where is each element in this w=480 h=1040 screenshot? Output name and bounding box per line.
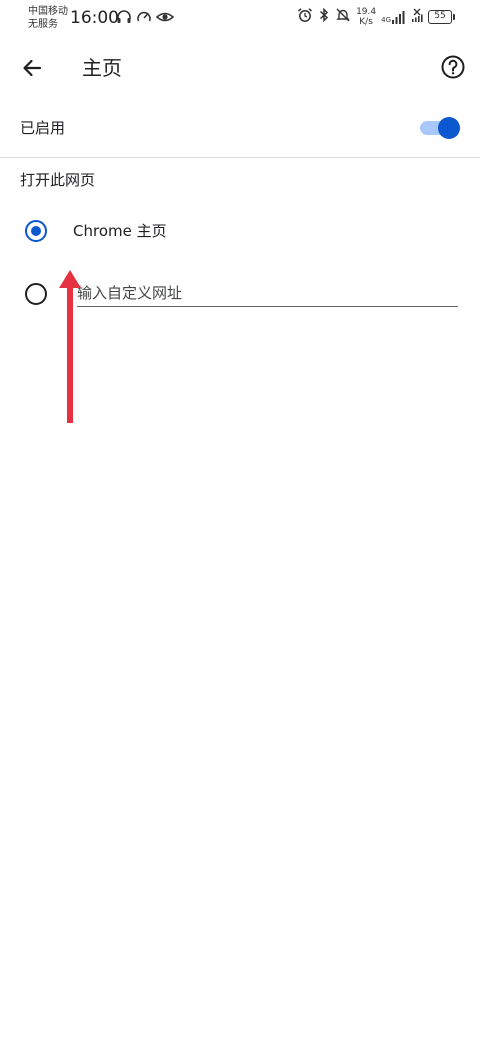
network-speed-unit: K/s	[359, 17, 373, 27]
enabled-toggle[interactable]	[420, 117, 460, 139]
network-type: 4G	[381, 16, 391, 24]
status-icons-left	[116, 9, 175, 29]
help-button[interactable]	[438, 52, 468, 82]
annotation-arrow-icon	[59, 270, 81, 423]
page-title: 主页	[82, 56, 122, 80]
back-button[interactable]	[14, 50, 50, 86]
bluetooth-icon	[318, 7, 330, 27]
section-title: 打开此网页	[20, 171, 96, 189]
help-circle-icon	[441, 55, 465, 79]
alarm-icon	[297, 7, 313, 27]
eye-icon	[155, 9, 175, 29]
radio-custom-url[interactable]	[25, 283, 47, 305]
enabled-label: 已启用	[20, 119, 66, 137]
option-chrome-homepage[interactable]: Chrome 主页	[0, 205, 480, 257]
enabled-setting-row[interactable]: 已启用	[0, 100, 480, 157]
network-speed: 19.4 K/s	[356, 7, 376, 27]
app-bar: 主页	[0, 36, 480, 100]
status-icons-right: 19.4 K/s 4G 55	[297, 7, 455, 27]
status-time: 16:00	[70, 8, 119, 28]
radio-chrome-homepage[interactable]	[25, 220, 47, 242]
carrier-name: 中国移动	[28, 6, 68, 17]
headphones-icon	[116, 9, 132, 29]
battery-icon: 55	[428, 10, 455, 24]
arrow-back-icon	[23, 59, 42, 77]
network-speed-value: 19.4	[356, 7, 377, 17]
custom-url-input[interactable]	[77, 280, 458, 307]
battery-level: 55	[434, 11, 446, 21]
speedometer-icon	[136, 9, 152, 29]
status-bar: 中国移动 无服务 16:00 19.4 K/s 4G 55	[0, 0, 480, 36]
carrier-status: 无服务	[28, 19, 58, 30]
mute-bell-icon	[335, 7, 351, 27]
carrier-info: 中国移动 无服务	[28, 5, 68, 31]
no-sim-icon	[411, 7, 423, 27]
option-chrome-homepage-label: Chrome 主页	[73, 222, 167, 240]
divider	[0, 157, 480, 158]
toggle-thumb	[438, 117, 460, 139]
signal-icon: 4G	[381, 10, 406, 24]
